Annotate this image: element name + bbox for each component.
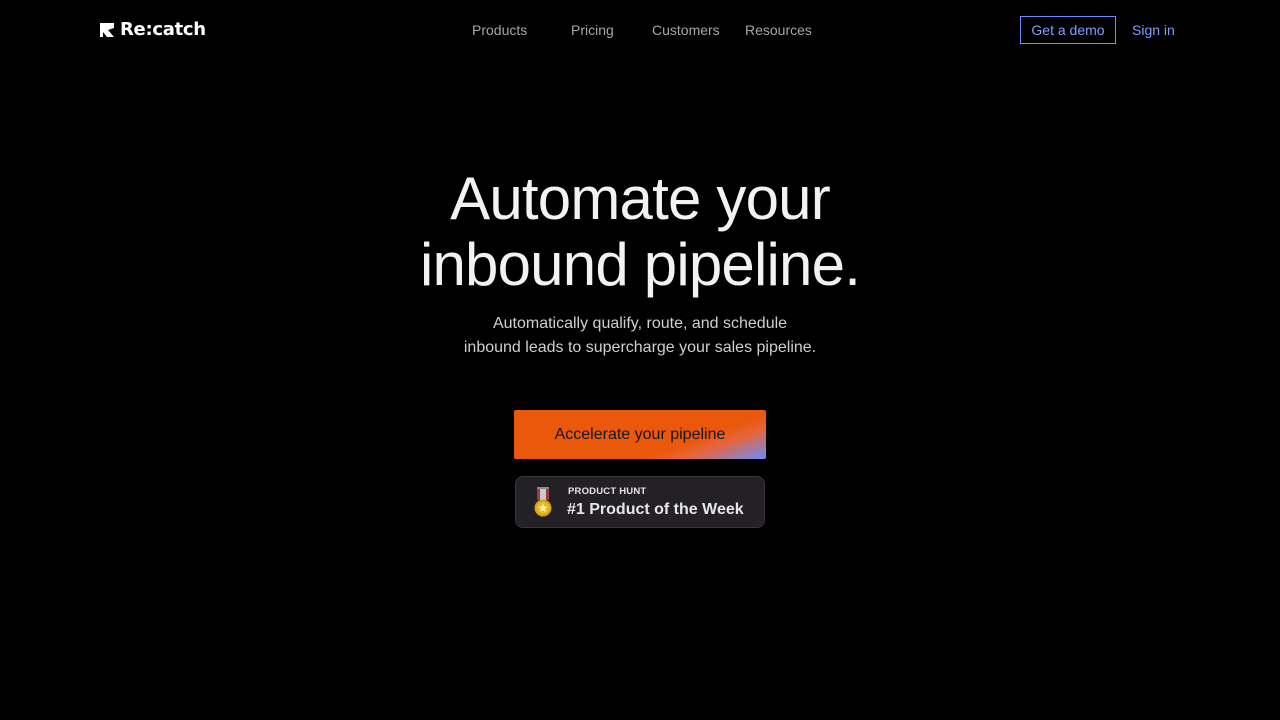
hero-subtitle: Automatically qualify, route, and schedu… bbox=[0, 312, 1280, 360]
hero-subtitle-line2: inbound leads to supercharge your sales … bbox=[463, 339, 817, 356]
nav-products[interactable]: Products bbox=[472, 20, 527, 40]
get-demo-button[interactable]: Get a demo bbox=[1020, 16, 1116, 44]
nav-resources[interactable]: Resources bbox=[745, 20, 812, 40]
sign-in-link[interactable]: Sign in bbox=[1132, 20, 1175, 40]
product-hunt-badge[interactable]: PRODUCT HUNT #1 Product of the Week bbox=[515, 476, 765, 528]
nav-customers[interactable]: Customers bbox=[652, 20, 720, 40]
hero-headline: Automate your inbound pipeline. bbox=[0, 166, 1280, 298]
nav-pricing[interactable]: Pricing bbox=[571, 20, 614, 40]
hero-headline-line1: Automate your bbox=[450, 165, 831, 232]
medal-icon bbox=[534, 487, 552, 517]
badge-title: #1 Product of the Week bbox=[567, 501, 744, 518]
badge-label: PRODUCT HUNT bbox=[568, 486, 647, 497]
hero-headline-line2: inbound pipeline. bbox=[419, 231, 861, 298]
accelerate-pipeline-button[interactable]: Accelerate your pipeline bbox=[514, 410, 766, 459]
hero-subtitle-line1: Automatically qualify, route, and schedu… bbox=[492, 315, 788, 332]
